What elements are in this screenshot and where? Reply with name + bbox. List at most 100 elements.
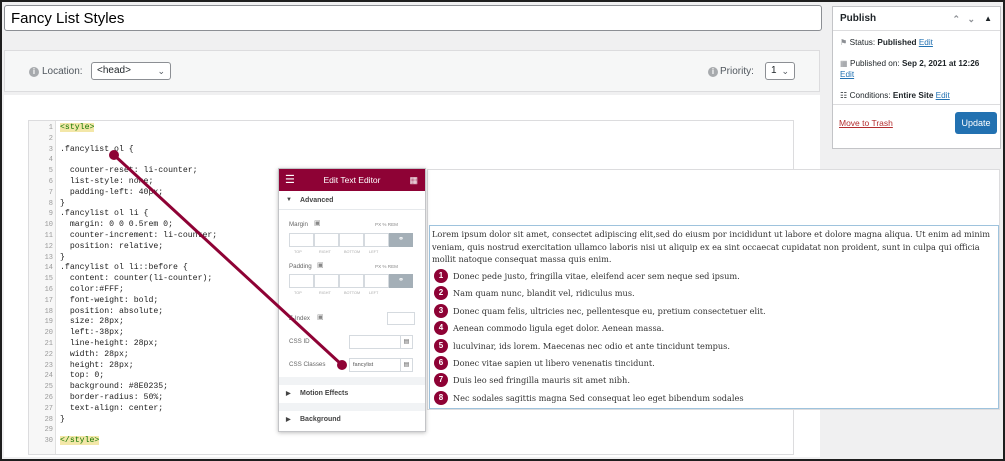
code-line: content: counter(li-counter);	[60, 274, 213, 284]
dimension-input[interactable]	[364, 233, 389, 247]
edit-conditions-link[interactable]: Edit	[936, 91, 950, 100]
dimension-input[interactable]	[289, 274, 314, 288]
dimension-sublabel: RIGHT	[319, 250, 331, 254]
grid-icon[interactable]: ▦	[409, 169, 418, 191]
list-item-text: Duis leo sed fringilla mauris sit amet n…	[453, 375, 630, 386]
calendar-icon: ▦	[840, 59, 848, 68]
code-line: width: 28px;	[60, 349, 129, 359]
info-icon: i	[708, 67, 718, 77]
line-number: 28	[44, 415, 53, 424]
code-line: size: 28px;	[60, 317, 124, 327]
caret-down-icon: ▼	[286, 197, 292, 203]
units-selector[interactable]: PX % REM	[375, 222, 398, 227]
monitor-icon: ▣	[317, 262, 324, 269]
list-counter-badge: 3	[434, 303, 448, 318]
list-item-text: Nam quam nunc, blandit vel, ridiculus mu…	[453, 288, 635, 299]
line-number: 12	[44, 242, 53, 251]
line-number: 20	[44, 329, 53, 338]
line-number: 16	[44, 286, 53, 294]
dimension-input[interactable]	[289, 233, 314, 247]
update-button[interactable]: Update	[955, 112, 997, 134]
chevron-up-icon[interactable]: ⌃	[952, 7, 960, 31]
code-line: margin: 0 0 0.5rem 0;	[60, 220, 174, 230]
code-line: counter-reset: li-counter;	[60, 166, 198, 176]
dimension-input[interactable]	[314, 233, 339, 247]
units-selector[interactable]: PX % REM	[375, 264, 398, 269]
list-counter-badge: 2	[434, 286, 448, 301]
caret-right-icon: ▶	[286, 391, 291, 397]
hamburger-icon[interactable]: ☰	[285, 169, 295, 191]
code-line: line-height: 28px;	[60, 339, 159, 348]
margin-label: Margin	[289, 221, 308, 228]
dimension-sublabel: LEFT	[369, 291, 379, 295]
chevron-down-icon: ⌄	[781, 66, 789, 76]
link-icon[interactable]: ⚭	[389, 274, 413, 288]
css-classes-input[interactable]: fancylist	[349, 358, 401, 372]
dynamic-tags-icon[interactable]: ▤	[400, 335, 413, 349]
css-id-input[interactable]	[349, 335, 401, 349]
elementor-panel: ☰ Edit Text Editor ▦ ▼ Advanced Margin ▣…	[278, 168, 426, 432]
padding-label: Padding	[289, 263, 312, 270]
line-number: 23	[44, 361, 53, 370]
list-counter-badge: 6	[434, 356, 448, 370]
line-number: 9	[48, 210, 53, 219]
link-icon[interactable]: ⚭	[389, 233, 413, 247]
list-counter-badge: 5	[434, 338, 448, 353]
dynamic-tags-icon[interactable]: ▤	[400, 358, 413, 372]
conditions-row: ☷ Conditions: Entire Site Edit	[840, 91, 950, 100]
page-preview: Lorem ipsum dolor sit amet, consectet ad…	[427, 169, 1000, 410]
chevron-down-icon[interactable]: ⌄	[967, 7, 975, 31]
line-number: 4	[48, 156, 53, 165]
edit-status-link[interactable]: Edit	[919, 38, 933, 47]
post-title-input[interactable]	[4, 5, 822, 31]
list-item-text: Aenean commodo ligula eget dolor. Aenean…	[453, 323, 665, 334]
publish-box: Publish ⌃ ⌄ ▲ ⚑ Status: Published Edit ▦…	[832, 6, 1001, 149]
dimension-input[interactable]	[314, 274, 339, 288]
line-number: 1	[48, 124, 53, 132]
monitor-icon: ▣	[317, 314, 324, 321]
line-number: 15	[44, 275, 53, 284]
list-item-text: Nec sodales sagittis magna Sed consequat…	[453, 392, 744, 403]
priority-label: Priority:	[720, 66, 754, 77]
line-number: 17	[44, 296, 53, 305]
code-line: top: 0;	[60, 371, 105, 381]
code-line: left:-38px;	[60, 328, 124, 338]
dimension-input[interactable]	[339, 274, 364, 288]
dimension-input[interactable]	[339, 233, 364, 247]
caret-right-icon: ▶	[286, 417, 291, 423]
sitemap-icon: ☷	[840, 91, 848, 100]
list-counter-badge: 7	[434, 373, 448, 388]
code-line: background: #8E0235;	[60, 382, 169, 392]
line-gutter: 1 2 3 4 5 6 7 8 9 10 11 12 13 14 15 16 17 18 19 20 21 22 23 24 2…	[29, 121, 56, 454]
publish-divider	[833, 104, 1000, 105]
line-number: 6	[48, 178, 53, 186]
text-editor-widget[interactable]: Lorem ipsum dolor sit amet, consectet ad…	[429, 225, 999, 409]
code-line: list-style: none;	[60, 177, 154, 186]
collapse-arrow-icon[interactable]: ▲	[984, 7, 992, 31]
location-select[interactable]: <head> ⌄	[91, 62, 171, 80]
line-number: 22	[44, 350, 53, 359]
list-counter-badge: 8	[434, 390, 448, 405]
list-item-text: Donec pede justo, fringilla vitae, eleif…	[453, 271, 740, 281]
line-number: 3	[48, 145, 53, 154]
priority-select[interactable]: 1 ⌄	[765, 62, 795, 80]
move-to-trash-link[interactable]: Move to Trash	[839, 118, 893, 128]
list-item-text: Donec quam felis, ultricies nec, pellent…	[453, 305, 766, 316]
preview-paragraph: Lorem ipsum dolor sit amet, consectet ad…	[432, 229, 991, 264]
line-number: 13	[44, 253, 53, 262]
pin-icon: ⚑	[840, 38, 848, 47]
code-line: }	[60, 252, 65, 262]
code-line: text-align: center;	[60, 403, 164, 413]
code-line: height: 28px;	[60, 360, 134, 370]
zindex-input[interactable]	[387, 312, 415, 325]
code-line: .fancylist ol {	[60, 144, 134, 154]
line-number: 2	[48, 134, 53, 143]
publish-header: Publish ⌃ ⌄ ▲	[833, 7, 1000, 31]
edit-date-link[interactable]: Edit	[840, 70, 854, 79]
dimension-input[interactable]	[364, 274, 389, 288]
line-number: 18	[44, 307, 53, 316]
list-item-text: luculvinar, ids lorem. Maecenas nec odio…	[453, 340, 730, 351]
line-number: 11	[44, 232, 53, 240]
publish-title: Publish	[840, 13, 877, 24]
list-counter-badge: 4	[434, 321, 448, 336]
